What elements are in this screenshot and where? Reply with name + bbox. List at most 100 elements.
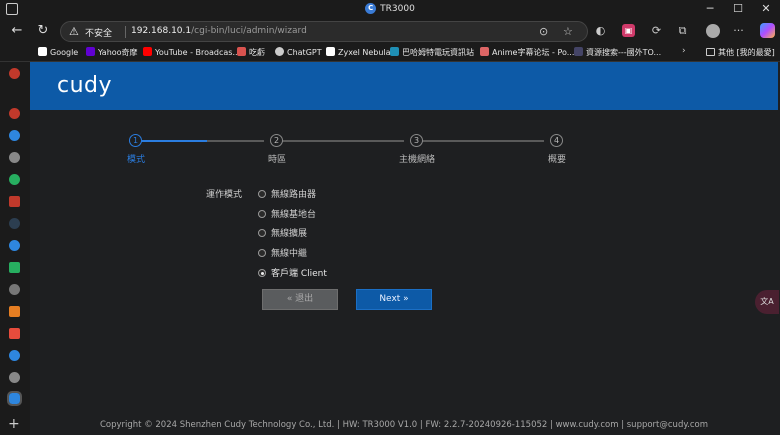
globe-icon[interactable] [9, 284, 20, 295]
bookmark-label: 吃虧 [249, 48, 265, 57]
settings-more-icon[interactable]: ··· [732, 24, 745, 37]
step-4-indicator: 4 [550, 134, 563, 147]
google-icon [38, 47, 47, 56]
bookmark-label: Anime字幕论坛 - Po... [492, 48, 575, 57]
option-label: 無線擴展 [271, 229, 308, 239]
bookmark-zyxel[interactable]: Zyxel Nebula [326, 47, 391, 57]
step-line [277, 140, 404, 142]
sidebar-app-icon[interactable] [9, 108, 20, 119]
sidebar-app-icon[interactable] [9, 174, 20, 185]
step-4-label: 概要 [547, 155, 567, 165]
url-text[interactable]: 192.168.10.1/cgi-bin/luci/admin/wizard [131, 26, 307, 36]
sidebar-app-icon[interactable] [9, 196, 20, 207]
chikui-icon [237, 47, 246, 56]
router-page: cudy 1 2 3 4 模式 時區 主機網絡 概要 運作模式 無線路由器 無線… [30, 62, 780, 435]
bookmark-youtube[interactable]: YouTube - Broadcas... [143, 47, 240, 57]
sidebar-app-icon[interactable] [9, 240, 20, 251]
option-label: 無線中繼 [271, 249, 308, 259]
bookmark-chatgpt[interactable]: ChatGPT [275, 47, 322, 57]
bookmark-label: 巴哈姆特電玩資訊站 [402, 48, 474, 57]
chevron-right-icon[interactable]: › [682, 46, 686, 56]
resources-icon [574, 47, 583, 56]
more-options-icon[interactable]: ⊙ [539, 25, 548, 38]
sidebar-app-icon[interactable] [9, 152, 20, 163]
option-label: 無線基地台 [271, 210, 317, 220]
other-favorites-label: 其他 [我的最愛] [718, 48, 775, 57]
sidebar-app-icon[interactable] [9, 306, 20, 317]
sidebar-active-tab-icon[interactable] [7, 391, 22, 406]
sidebar-app-icon[interactable] [9, 130, 20, 141]
radio-button[interactable] [258, 210, 266, 218]
refresh-icon[interactable]: ↻ [34, 23, 52, 38]
radio-button[interactable] [258, 249, 266, 257]
bahamut-icon [390, 47, 399, 56]
sidebar-app-icon[interactable] [9, 218, 20, 229]
bookmark-google[interactable]: Google [38, 47, 78, 57]
sidebar-app-icon[interactable] [9, 372, 20, 383]
favorite-star-icon[interactable]: ☆ [563, 25, 573, 38]
profile-avatar[interactable] [706, 24, 720, 38]
bookmark-label: Google [50, 48, 79, 57]
sidebar-app-icon[interactable] [9, 262, 20, 273]
maximize-icon[interactable]: ☐ [728, 2, 748, 15]
anime-icon [480, 47, 489, 56]
page-footer: Copyright © 2024 Shenzhen Cudy Technolog… [99, 420, 709, 430]
tab-favicon-icon: C [365, 3, 377, 14]
address-bar[interactable]: ⚠ 不安全 192.168.10.1/cgi-bin/luci/admin/wi… [60, 21, 588, 42]
mode-option-extender[interactable]: 無線擴展 [258, 226, 307, 239]
option-label: 客戶端 Client [271, 269, 327, 279]
collections-icon[interactable]: ⧉ [676, 24, 689, 37]
wizard-steps: 1 2 3 4 模式 時區 主機網絡 概要 [122, 134, 572, 165]
radio-button[interactable] [258, 190, 266, 198]
navigation-bar: ← ↻ ⚠ 不安全 192.168.10.1/cgi-bin/luci/admi… [0, 19, 780, 44]
bookmark-label: 資源搜索---國外TO... [586, 48, 662, 57]
page-header: cudy [30, 62, 778, 110]
warning-icon[interactable]: ⚠ [69, 25, 79, 38]
bookmark-label: Zyxel Nebula [338, 48, 391, 57]
mode-option-wireless-router[interactable]: 無線路由器 [258, 187, 316, 200]
translate-icon[interactable]: 文A [755, 290, 779, 314]
operation-mode-label: 運作模式 [206, 190, 243, 200]
radio-button[interactable] [258, 229, 266, 237]
mode-option-client[interactable]: 客戶端 Client [258, 266, 327, 279]
step-3-indicator: 3 [410, 134, 423, 147]
yahoo-icon [86, 47, 95, 56]
mode-option-repeater[interactable]: 無線中繼 [258, 246, 307, 259]
chatgpt-icon [275, 47, 284, 56]
step-2-indicator: 2 [270, 134, 283, 147]
exit-button[interactable]: « 退出 [262, 289, 338, 310]
step-1-label: 模式 [126, 155, 146, 165]
mode-option-access-point[interactable]: 無線基地台 [258, 207, 316, 220]
sidebar-app-icon[interactable] [9, 350, 20, 361]
browser-sidebar: + [0, 62, 30, 435]
bookmark-label: YouTube - Broadcas... [155, 48, 241, 57]
bookmark-chikui[interactable]: 吃虧 [237, 47, 265, 58]
back-arrow-icon[interactable]: ← [8, 23, 26, 38]
bookmark-label: Yahoo奇摩 [98, 48, 138, 57]
url-path: /cgi-bin/luci/admin/wizard [191, 26, 307, 36]
other-favorites[interactable]: 其他 [我的最愛] [706, 47, 775, 58]
step-3-label: 主機網絡 [398, 155, 436, 165]
add-icon[interactable]: + [8, 416, 20, 432]
cudy-logo: cudy [57, 73, 113, 98]
title-bar: C TR3000 ─ ☐ ✕ [0, 0, 780, 19]
sidebar-app-icon[interactable] [9, 328, 20, 339]
shield-icon[interactable]: ◐ [594, 24, 607, 37]
folder-icon [706, 48, 715, 56]
copilot-icon[interactable] [760, 23, 775, 38]
bookmark-anime[interactable]: Anime字幕论坛 - Po... [480, 47, 574, 58]
youtube-icon [143, 47, 152, 56]
extensions-icon[interactable]: ⟳ [650, 24, 663, 37]
extension-icon[interactable]: ▣ [622, 24, 635, 37]
step-2-label: 時區 [267, 155, 287, 165]
bookmark-resources[interactable]: 資源搜索---國外TO... [574, 47, 661, 58]
insecure-label[interactable]: 不安全 [85, 26, 112, 39]
sidebar-app-icon[interactable] [9, 68, 20, 79]
bookmark-yahoo[interactable]: Yahoo奇摩 [86, 47, 138, 58]
bookmark-bahamut[interactable]: 巴哈姆特電玩資訊站 [390, 47, 474, 58]
divider [125, 26, 126, 38]
next-button[interactable]: Next » [356, 289, 432, 310]
minimize-icon[interactable]: ─ [700, 2, 720, 15]
radio-button-checked[interactable] [258, 269, 266, 277]
close-icon[interactable]: ✕ [756, 2, 776, 15]
